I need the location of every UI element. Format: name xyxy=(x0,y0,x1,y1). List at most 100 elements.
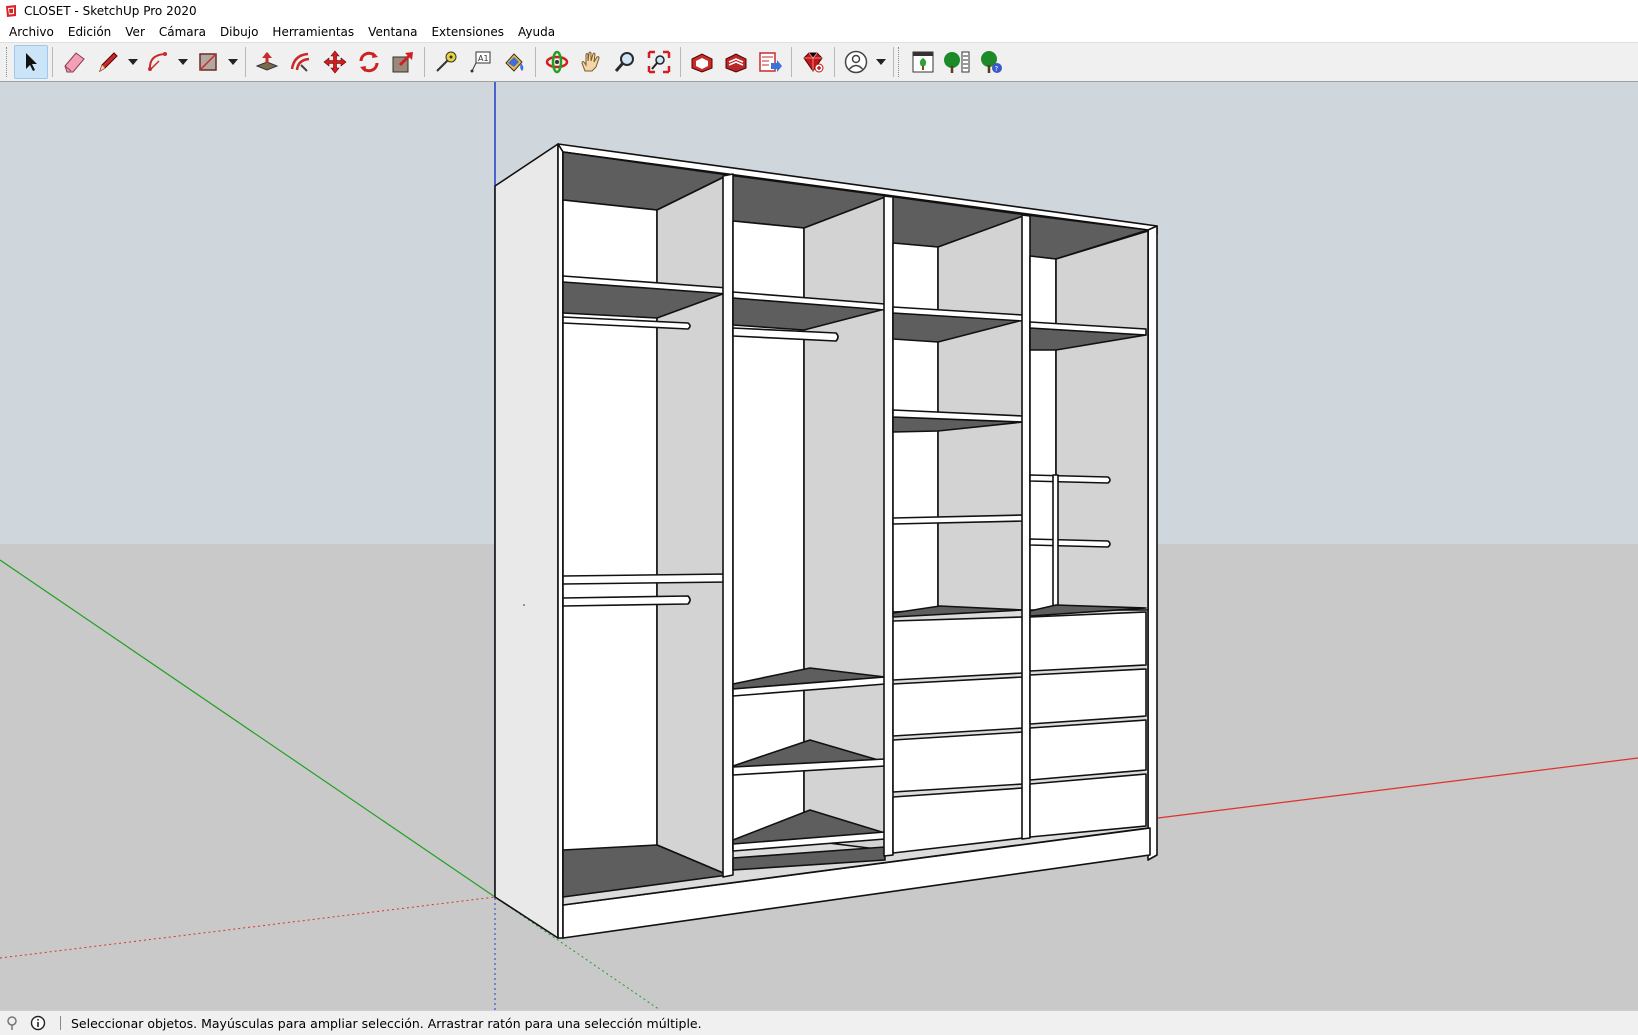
zoom-extents-icon xyxy=(647,50,671,74)
eraser-icon xyxy=(64,52,85,73)
tree-settings-tool-button[interactable]: ? xyxy=(974,45,1008,79)
chevron-down-icon xyxy=(128,59,138,65)
tape-measure-icon xyxy=(436,51,457,72)
toolbar-grip[interactable] xyxy=(898,47,902,77)
left-side-panel[interactable] xyxy=(494,143,559,939)
send-to-layout-tool-button[interactable] xyxy=(753,45,787,79)
move-tool-button[interactable] xyxy=(318,45,352,79)
warehouse-tool-button[interactable] xyxy=(685,45,719,79)
rotate-tool-button[interactable] xyxy=(352,45,386,79)
divider-1[interactable] xyxy=(722,173,734,878)
cursor-marker xyxy=(523,604,525,606)
warehouse-icon xyxy=(691,53,713,73)
menu-bar: Archivo Edición Ver Cámara Dibujo Herram… xyxy=(0,22,1638,42)
push-pull-icon xyxy=(255,52,279,71)
arc-icon xyxy=(148,52,167,71)
tree-tool-button[interactable] xyxy=(940,45,974,79)
offset-icon xyxy=(290,52,310,72)
component-window-icon xyxy=(912,51,934,73)
divider-2[interactable] xyxy=(883,195,894,857)
move-icon xyxy=(323,50,347,74)
component-browser-tool-button[interactable] xyxy=(906,45,940,79)
pan-tool-button[interactable] xyxy=(574,45,608,79)
magnifier-icon xyxy=(614,52,634,72)
toolbar-separator xyxy=(52,47,53,77)
pencil-icon xyxy=(99,52,118,73)
offset-tool-button[interactable] xyxy=(284,45,318,79)
select-tool-button[interactable] xyxy=(14,45,48,79)
closet-model[interactable] xyxy=(494,143,1158,939)
divider-3[interactable] xyxy=(1021,214,1031,840)
zoom-tool-button[interactable] xyxy=(608,45,642,79)
drawer-4-1[interactable] xyxy=(1029,611,1147,672)
orbit-icon xyxy=(545,50,569,74)
scene-canvas[interactable] xyxy=(0,82,1638,1010)
drawer-3-2[interactable] xyxy=(892,676,1024,737)
bay-4-back xyxy=(1055,230,1149,611)
toolbar-separator xyxy=(424,47,425,77)
menu-dibujo[interactable]: Dibujo xyxy=(213,23,265,41)
zoom-extents-tool-button[interactable] xyxy=(642,45,676,79)
info-icon[interactable] xyxy=(30,1015,46,1031)
toolbar-separator xyxy=(834,47,835,77)
bay-4-left-wall xyxy=(1029,255,1057,611)
svg-text:?: ? xyxy=(995,65,999,73)
chevron-down-icon xyxy=(228,59,238,65)
drawer-3-3[interactable] xyxy=(892,731,1024,793)
bay-4-post xyxy=(1052,474,1059,613)
menu-ayuda[interactable]: Ayuda xyxy=(511,23,562,41)
status-message: Seleccionar objetos. Mayúsculas para amp… xyxy=(71,1015,702,1031)
text-icon: A1 xyxy=(470,51,491,73)
menu-ver[interactable]: Ver xyxy=(118,23,152,41)
toolbar-separator xyxy=(535,47,536,77)
chevron-down-icon xyxy=(178,59,188,65)
rectangle-tool-button[interactable] xyxy=(191,45,225,79)
menu-herramientas[interactable]: Herramientas xyxy=(265,23,361,41)
modeling-viewport[interactable] xyxy=(0,82,1638,1010)
user-circle-icon xyxy=(844,50,868,74)
scale-tool-button[interactable] xyxy=(386,45,420,79)
drawer-4-3[interactable] xyxy=(1029,719,1147,781)
drawer-4-4[interactable] xyxy=(1029,773,1147,838)
drawer-3-1[interactable] xyxy=(892,616,1024,681)
menu-camara[interactable]: Cámara xyxy=(152,23,213,41)
menu-ventana[interactable]: Ventana xyxy=(361,23,424,41)
bay-4-shelf-b[interactable] xyxy=(1029,538,1111,548)
rectangle-icon xyxy=(199,53,217,71)
arc-tool-dropdown[interactable] xyxy=(175,45,191,79)
toolbar-separator xyxy=(245,47,246,77)
right-side-panel[interactable] xyxy=(1147,225,1158,861)
toolbar-grip[interactable] xyxy=(6,47,10,77)
rotate-icon xyxy=(359,51,379,73)
menu-extensiones[interactable]: Extensiones xyxy=(424,23,511,41)
line-tool-button[interactable] xyxy=(91,45,125,79)
sketchup-logo-icon xyxy=(4,4,18,18)
bay-1-lower-rod[interactable] xyxy=(562,595,691,607)
push-pull-tool-button[interactable] xyxy=(250,45,284,79)
svg-text:A1: A1 xyxy=(478,54,489,63)
account-tool-dropdown[interactable] xyxy=(873,45,889,79)
menu-archivo[interactable]: Archivo xyxy=(2,23,61,41)
extension-warehouse-tool-button[interactable] xyxy=(719,45,753,79)
drawer-4-2[interactable] xyxy=(1029,668,1147,725)
chevron-down-icon xyxy=(876,59,886,65)
title-bar: CLOSET - SketchUp Pro 2020 xyxy=(0,0,1638,22)
rectangle-tool-dropdown[interactable] xyxy=(225,45,241,79)
bay-1-mid-shelf[interactable] xyxy=(562,573,729,585)
tape-measure-tool-button[interactable] xyxy=(429,45,463,79)
text-tool-button[interactable]: A1 xyxy=(463,45,497,79)
menu-edicion[interactable]: Edición xyxy=(61,23,118,41)
paint-bucket-tool-button[interactable] xyxy=(497,45,531,79)
tree-icon xyxy=(944,51,970,73)
arc-tool-button[interactable] xyxy=(141,45,175,79)
status-separator xyxy=(60,1016,61,1030)
status-bar: Seleccionar objetos. Mayúsculas para amp… xyxy=(0,1010,1638,1035)
bay-4-shelf-a[interactable] xyxy=(1029,474,1111,484)
main-toolbar: A1 ? xyxy=(0,42,1638,82)
geolocation-icon[interactable] xyxy=(4,1015,20,1031)
account-tool-button[interactable] xyxy=(839,45,873,79)
ruby-console-tool-button[interactable] xyxy=(796,45,830,79)
orbit-tool-button[interactable] xyxy=(540,45,574,79)
line-tool-dropdown[interactable] xyxy=(125,45,141,79)
eraser-tool-button[interactable] xyxy=(57,45,91,79)
